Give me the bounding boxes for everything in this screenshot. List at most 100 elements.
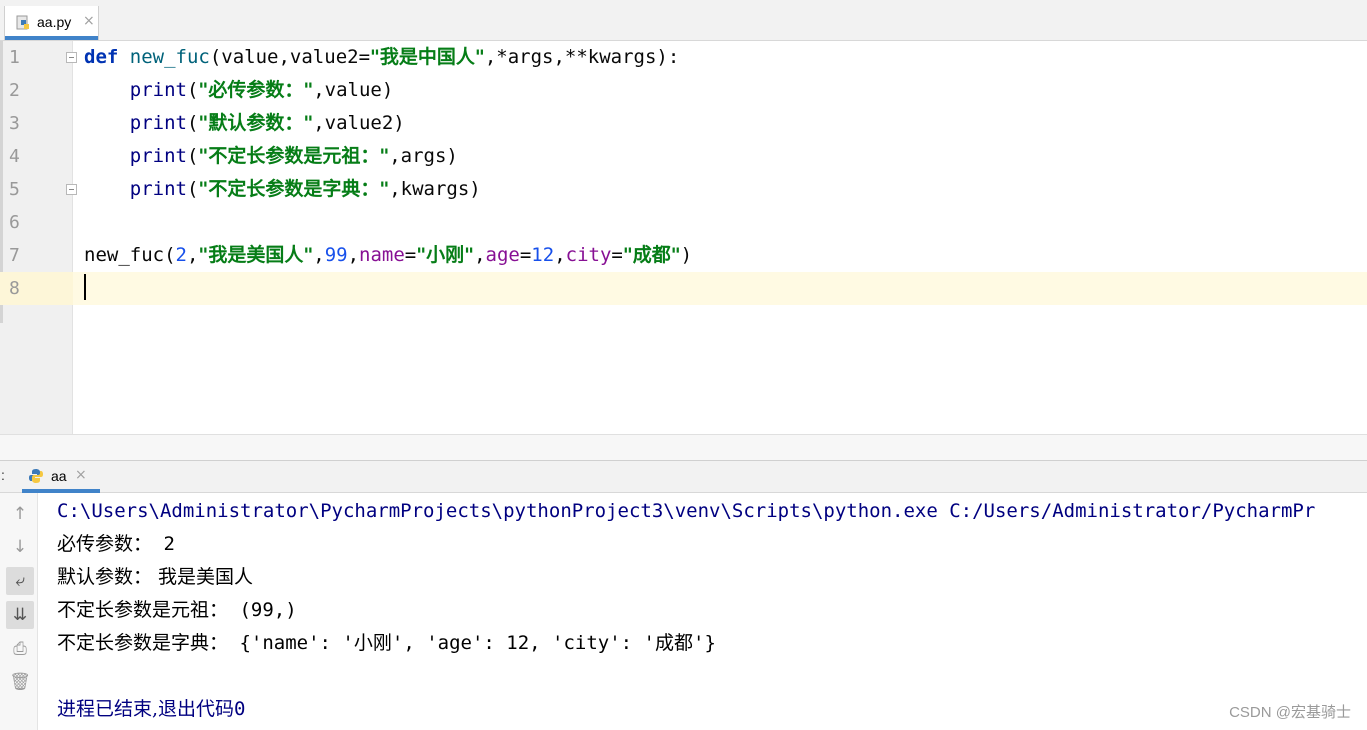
code-text: ( (186, 112, 199, 134)
comma: , (474, 244, 486, 266)
output-value: (99,) (228, 599, 297, 621)
builtin-print: print (129, 79, 187, 101)
string-literal: "不定长参数是字典：" (198, 178, 390, 200)
code-line-5: print("不定长参数是字典：",kwargs) (84, 173, 481, 206)
code-line-2: print("必传参数：",value) (84, 74, 394, 107)
code-text: ( (186, 145, 199, 167)
comma: , (554, 244, 566, 266)
exit-code: 0 (234, 698, 246, 720)
text-cursor (84, 274, 86, 300)
string-literal: "小刚" (416, 244, 475, 266)
close-paren: ) (680, 244, 693, 266)
code-editor[interactable]: 1 2 3 4 5 6 7 8 def new_fuc(value,value2… (0, 41, 1367, 434)
string-literal: "必传参数：" (198, 79, 314, 101)
builtin-print: print (129, 178, 187, 200)
code-text: ( (186, 178, 199, 200)
number-literal: 99 (324, 244, 348, 266)
soft-wrap-icon[interactable]: ⤶ (6, 567, 34, 595)
call-name: new_fuc( (84, 244, 176, 266)
string-literal: "默认参数：" (198, 112, 314, 134)
exit-label: 进程已结束,退出代码 (57, 698, 235, 720)
code-line-3: print("默认参数：",value2) (84, 107, 405, 140)
comma: , (186, 244, 199, 266)
line-number: 3 (9, 113, 20, 134)
console-command-line: C:\Users\Administrator\PycharmProjects\p… (57, 500, 1316, 522)
output-value: {'name': ' (228, 632, 354, 654)
output-label: 不定长参数是字典： (57, 632, 229, 654)
print-icon[interactable]: ⎙ (6, 635, 34, 663)
down-arrow-icon[interactable]: ↓ (6, 533, 34, 561)
process-exit-line: 进程已结束,退出代码0 (57, 693, 246, 726)
code-text: ( (186, 79, 199, 101)
code-line-7: new_fuc(2,"我是美国人",99,name="小刚",age=12,ci… (84, 239, 692, 272)
output-value: '} (693, 632, 716, 654)
code-text: (value,value2= (209, 46, 371, 68)
console-output-line: 必传参数： 2 (57, 528, 175, 561)
csdn-watermark: CSDN @宏基骑士 (1229, 704, 1351, 721)
output-value: 成都 (654, 632, 693, 654)
output-value: 小刚 (353, 632, 392, 654)
line-number: 5 (9, 179, 20, 200)
number-literal: 2 (175, 244, 187, 266)
string-literal: "不定长参数是元祖：" (198, 145, 390, 167)
output-value: 2 (152, 533, 175, 555)
output-value: ', 'age': 12, 'city': ' (391, 632, 655, 654)
close-run-tab-icon[interactable]: × (75, 467, 87, 483)
keyword-arg: city (565, 244, 612, 266)
line-number: 4 (9, 146, 20, 167)
builtin-print: print (129, 112, 187, 134)
editor-tab-aa-py[interactable]: aa.py × (4, 6, 99, 40)
editor-tab-label: aa.py (37, 14, 72, 30)
string-literal: "我是美国人" (198, 244, 314, 266)
output-label: 默认参数： (57, 566, 153, 588)
builtin-print: print (129, 145, 187, 167)
keyword-arg: name (359, 244, 405, 266)
line-number: 6 (9, 212, 20, 233)
python-file-icon (16, 15, 29, 30)
code-text: ,args) (389, 145, 458, 167)
fold-start-icon[interactable] (66, 52, 77, 63)
line-number: 2 (9, 80, 20, 101)
string-literal: "我是中国人" (370, 46, 485, 68)
python-icon (29, 469, 43, 483)
number-literal: 12 (531, 244, 555, 266)
keyword-def: def (84, 46, 119, 68)
equals: = (519, 244, 532, 266)
output-label: 必传参数： (57, 533, 153, 555)
code-text: ,kwargs) (389, 178, 481, 200)
line-number: 1 (9, 47, 20, 68)
run-tab-aa[interactable]: aa × (22, 461, 100, 493)
trash-icon[interactable]: 🗑 (6, 668, 34, 696)
scroll-to-end-icon[interactable]: ⇊ (6, 601, 34, 629)
close-tab-icon[interactable]: × (83, 13, 95, 29)
equals: = (611, 244, 623, 266)
editor-tab-bar: aa.py × (0, 0, 1367, 41)
equals: = (404, 244, 417, 266)
run-tool-window-header: : aa × (0, 460, 1367, 493)
run-tab-label: aa (51, 468, 67, 484)
function-name: new_fuc (129, 46, 210, 68)
string-literal: "成都" (622, 244, 681, 266)
comma: , (313, 244, 325, 266)
comma: , (347, 244, 360, 266)
output-value: 我是美国人 (152, 566, 254, 588)
console-output-line: 不定长参数是元祖： (99,) (57, 594, 297, 627)
console-output-line: 默认参数： 我是美国人 (57, 561, 253, 594)
run-panel-prefix: : (1, 467, 5, 483)
code-text: ,value2) (313, 112, 405, 134)
console-toolbar: ↑ ↓ ⤶ ⇊ ⎙ 🗑 (0, 493, 38, 730)
code-text: ,*args,**kwargs): (484, 46, 680, 68)
keyword-arg: age (485, 244, 520, 266)
tab-bar-top-strip (0, 0, 1367, 5)
output-label: 不定长参数是元祖： (57, 599, 229, 621)
up-arrow-icon[interactable]: ↑ (6, 500, 34, 528)
editor-bottom-area (0, 434, 1367, 460)
code-line-4: print("不定长参数是元祖：",args) (84, 140, 458, 173)
fold-end-icon[interactable] (66, 184, 77, 195)
line-number: 7 (9, 245, 20, 266)
code-text: ,value) (313, 79, 394, 101)
current-line-highlight (73, 272, 1367, 305)
run-console[interactable]: ↑ ↓ ⤶ ⇊ ⎙ 🗑 C:\Users\Administrator\Pycha… (0, 493, 1367, 730)
code-line-1: def new_fuc(value,value2="我是中国人",*args,*… (84, 41, 679, 74)
console-output-line: 不定长参数是字典： {'name': '小刚', 'age': 12, 'cit… (57, 627, 716, 660)
